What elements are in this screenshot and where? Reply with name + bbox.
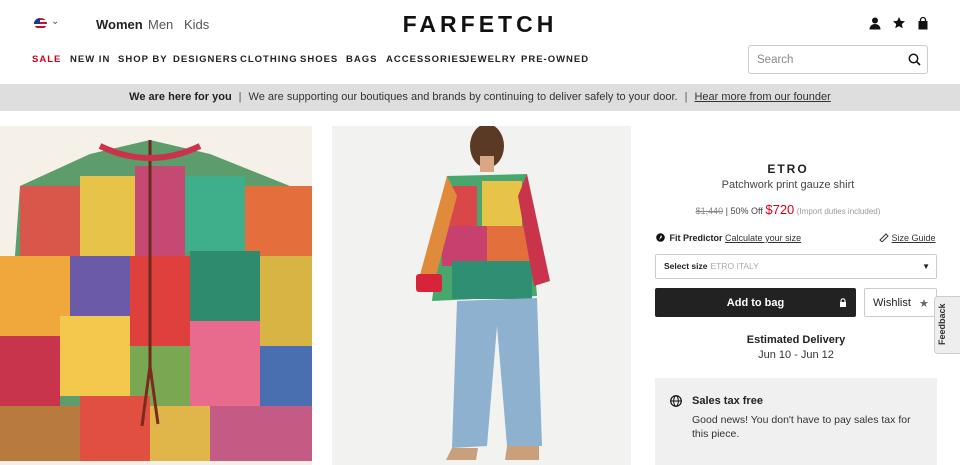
bag-icon[interactable] [916, 16, 930, 30]
search-icon[interactable] [908, 53, 921, 66]
fit-predictor-icon [656, 233, 665, 242]
nav-clothing[interactable]: CLOTHING [240, 54, 298, 65]
banner-text: We are supporting our boutiques and bran… [248, 91, 678, 103]
size-select-label: Select size [664, 261, 708, 271]
original-price: $1,440 [695, 206, 724, 216]
search-input[interactable] [748, 45, 928, 74]
ruler-icon [879, 233, 889, 243]
banner-founder-link[interactable]: Hear more from our founder [694, 91, 830, 103]
product-image-model[interactable] [332, 126, 631, 465]
product-name: Patchwork print gauze shirt [721, 179, 855, 191]
size-select[interactable]: Select size ETRO ITALY ▼ [655, 254, 937, 279]
product-image-closeup[interactable] [0, 126, 312, 465]
price-block: $1,440 | 50% Off $720 (Import duties inc… [640, 202, 936, 217]
nav-shop-by[interactable]: SHOP BY [118, 54, 168, 65]
feedback-tab[interactable]: Feedback [934, 296, 960, 354]
banner-heading: We are here for you [129, 91, 232, 103]
fit-predictor: Fit Predictor Calculate your size [656, 233, 801, 243]
nav-bags[interactable]: BAGS [346, 54, 377, 65]
announcement-banner: We are here for you | We are supporting ou… [0, 84, 960, 111]
top-bar: ⌄ Women Men Kids FARFETCH [0, 0, 960, 48]
account-icon[interactable] [868, 16, 882, 30]
delivery-title: Estimated Delivery [746, 334, 846, 346]
size-select-hint: ETRO ITALY [710, 261, 759, 271]
sales-tax-title: Sales tax free [692, 395, 763, 407]
nav-accessories[interactable]: ACCESSORIES [386, 54, 466, 65]
size-guide-link[interactable]: Size Guide [892, 233, 936, 243]
sales-tax-box: Sales tax free Good news! You don't have… [655, 378, 937, 465]
nav-designers[interactable]: DESIGNERS [173, 54, 238, 65]
sale-price: $720 [765, 202, 795, 217]
nav-jewelry[interactable]: JEWELRY [464, 54, 517, 65]
add-to-bag-button[interactable]: Add to bag [655, 288, 856, 317]
nav-sale[interactable]: SALE [32, 54, 61, 65]
product-details: ETRO Patchwork print gauze shirt $1,440 … [640, 112, 960, 465]
globe-icon [670, 395, 682, 407]
sales-tax-text: Good news! You don't have to pay sales t… [692, 414, 911, 440]
lock-icon [840, 298, 846, 307]
size-guide[interactable]: Size Guide [879, 233, 936, 243]
farfetch-logo[interactable]: FARFETCH [0, 11, 960, 38]
nav-new-in[interactable]: NEW IN [70, 54, 110, 65]
nav-shoes[interactable]: SHOES [300, 54, 338, 65]
calculate-size-link[interactable]: Calculate your size [725, 233, 801, 243]
caret-down-icon: ▼ [922, 262, 930, 271]
nav-pre-owned[interactable]: PRE-OWNED [521, 54, 589, 65]
wishlist-star-icon: ★ [919, 298, 929, 310]
discount-label: | 50% Off [725, 206, 763, 216]
wishlist-star-icon[interactable] [892, 16, 906, 30]
feedback-label: Feedback [937, 303, 947, 345]
fit-predictor-label: Fit Predictor [669, 233, 723, 243]
delivery-dates: Jun 10 - Jun 12 [758, 349, 834, 361]
product-brand[interactable]: ETRO [640, 162, 936, 176]
import-duties-note: (Import duties included) [796, 207, 881, 216]
